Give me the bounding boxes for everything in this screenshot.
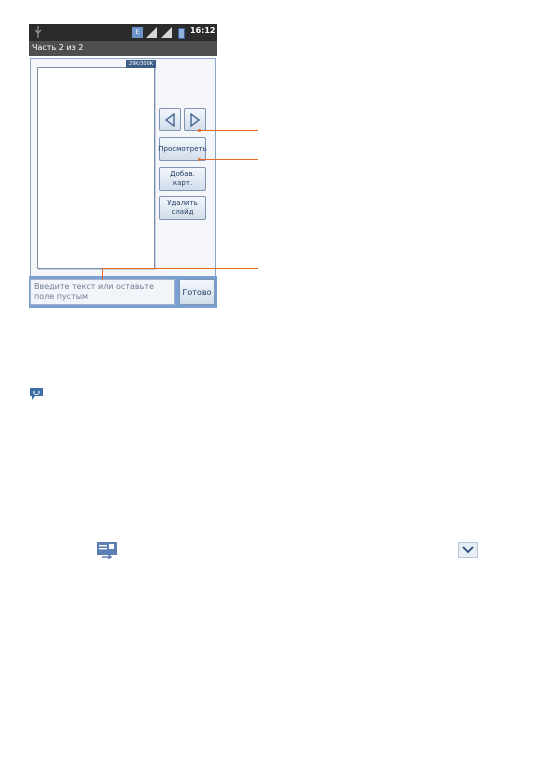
delete-slide-button[interactable]: Удалить слайд [159,196,206,220]
arrow-right-icon [190,112,201,127]
add-card-button[interactable]: Добав. карт. [159,167,206,191]
callout-line-input [102,268,258,269]
callout-dot [198,158,201,161]
signal-icon [161,27,172,38]
callout-dot [198,129,201,132]
phone-screenshot: E 16:12 Часть 2 из 2 29K/300K Просмотрет… [29,24,217,308]
status-bar: E 16:12 [29,24,217,41]
network-type-badge: E [132,27,143,38]
previous-slide-button[interactable] [159,108,181,131]
chat-icon [30,388,43,400]
slide-preview[interactable] [37,67,155,269]
size-badge: 29K/300K [126,60,156,68]
signal-icon [146,27,157,38]
page-title: Часть 2 из 2 [32,43,84,52]
callout-line-preview [200,159,258,160]
arrow-left-icon [164,112,175,127]
done-button[interactable]: Готово [179,279,215,305]
chevron-down-icon [458,542,478,558]
usb-icon [34,26,42,38]
title-bar: Часть 2 из 2 [29,41,217,56]
slide-text-input[interactable]: Введите текст или оставьте поле пустым [30,279,175,305]
compose-bar: Введите текст или оставьте поле пустым Г… [29,276,217,308]
callout-line-input-vertical [102,268,103,280]
battery-icon [178,28,185,39]
clock: 16:12 [190,26,216,35]
next-slide-button[interactable] [184,108,206,131]
callout-line-arrows [200,130,258,131]
send-icon [97,542,117,559]
